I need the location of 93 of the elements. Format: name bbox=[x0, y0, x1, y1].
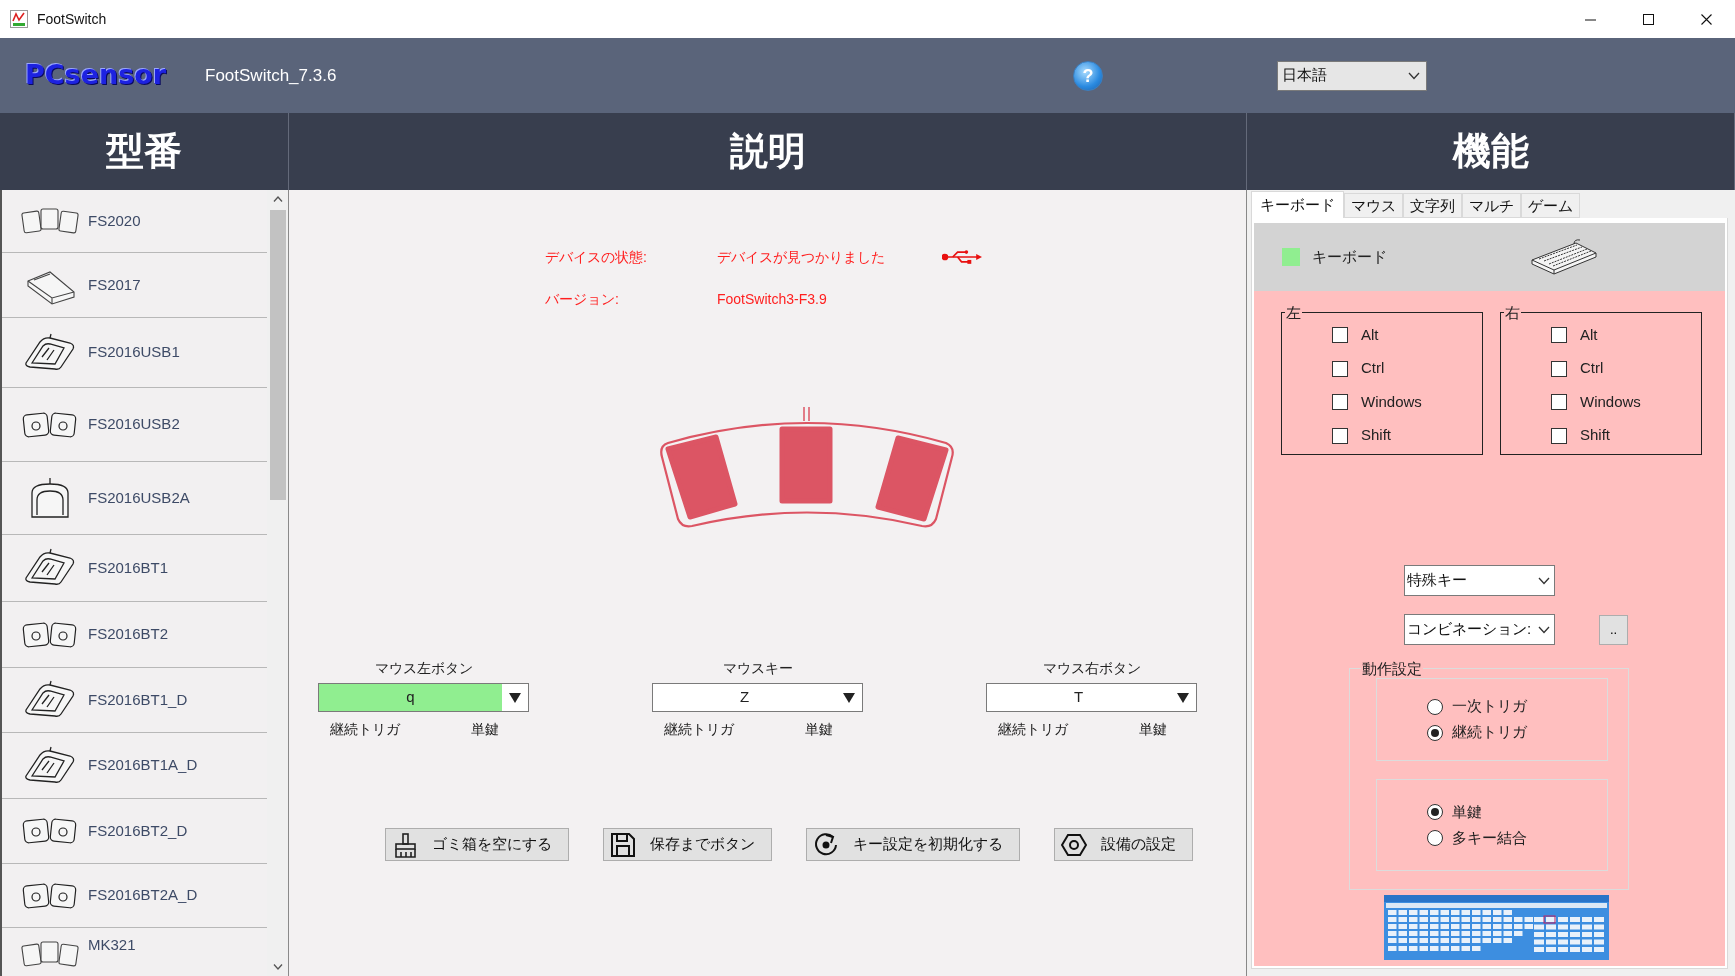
model-list-item[interactable]: FS2016USB1 bbox=[2, 318, 267, 388]
checkbox[interactable] bbox=[1332, 427, 1348, 444]
checkbox-label: Windows bbox=[1580, 391, 1641, 412]
language-select[interactable]: 日本語 bbox=[1277, 60, 1427, 91]
group-label: 右 bbox=[1504, 305, 1521, 320]
chevron-down-icon bbox=[1538, 576, 1550, 585]
model-list-item[interactable]: FS2016BT2_D bbox=[2, 799, 267, 864]
group-label: 動作設定 bbox=[1361, 661, 1423, 676]
status-swatch-icon bbox=[1282, 248, 1300, 266]
action-button[interactable]: 設備の設定 bbox=[1054, 828, 1193, 861]
column-title: 説明 bbox=[729, 129, 806, 174]
checkbox-label: Shift bbox=[1580, 425, 1610, 446]
usb-icon bbox=[942, 249, 983, 265]
model-list-item[interactable]: FS2017 bbox=[2, 253, 267, 318]
model-list-item[interactable]: FS2020 bbox=[2, 190, 267, 253]
chevron-down-icon bbox=[272, 964, 283, 970]
maximize-icon bbox=[1642, 13, 1654, 25]
function-tab[interactable]: 文字列 bbox=[1403, 193, 1462, 218]
dropdown-arrow-icon bbox=[843, 692, 855, 703]
model-list-item[interactable]: FS2016BT2 bbox=[2, 602, 267, 668]
key-select[interactable]: T bbox=[986, 683, 1197, 712]
dropdown-arrow-icon bbox=[509, 692, 521, 703]
version-label: バージョン: bbox=[545, 290, 620, 309]
radio-button[interactable] bbox=[1427, 804, 1443, 820]
pedal-label: マウス右ボタン bbox=[1041, 659, 1142, 678]
radio-label: 継続トリガ bbox=[1452, 722, 1527, 743]
function-tab[interactable]: マウス bbox=[1344, 193, 1403, 218]
app-version: FootSwitch_7.3.6 bbox=[205, 64, 338, 87]
model-list-item[interactable]: FS2016BT1_D bbox=[2, 668, 267, 733]
circular-arrow-icon bbox=[813, 831, 839, 858]
special-key-select[interactable]: 特殊キー bbox=[1404, 565, 1555, 596]
radio-button[interactable] bbox=[1427, 698, 1443, 715]
brush-icon bbox=[392, 831, 418, 858]
action-button[interactable]: 保存までボタン bbox=[603, 828, 772, 861]
chevron-down-icon bbox=[1538, 625, 1550, 634]
trigger-mode-text: 継続トリガ bbox=[664, 720, 734, 739]
model-list-item[interactable]: MK321 bbox=[2, 928, 267, 976]
radio-label: 多キー結合 bbox=[1452, 827, 1527, 848]
group-label: 左 bbox=[1285, 305, 1302, 320]
dropdown-arrow-icon bbox=[1177, 692, 1189, 703]
radio-button[interactable] bbox=[1427, 724, 1443, 741]
key-mode-text: 単鍵 bbox=[1139, 720, 1167, 739]
trigger-mode-text: 継続トリガ bbox=[330, 720, 400, 739]
checkbox[interactable] bbox=[1332, 394, 1348, 410]
radio-label: 一次トリガ bbox=[1452, 696, 1527, 717]
model-list-item[interactable]: FS2016BT2A_D bbox=[2, 864, 267, 928]
action-button[interactable]: キー設定を初期化する bbox=[806, 828, 1020, 861]
key-mode-text: 単鍵 bbox=[471, 720, 499, 739]
key-mode-text: 単鍵 bbox=[805, 720, 833, 739]
action-button[interactable]: ゴミ箱を空にする bbox=[385, 828, 569, 861]
checkbox-label: Shift bbox=[1361, 425, 1391, 446]
checkbox[interactable] bbox=[1332, 327, 1348, 343]
pedal-label: マウスキー bbox=[721, 659, 794, 678]
chevron-down-icon bbox=[1408, 71, 1420, 80]
key-select[interactable]: Z bbox=[652, 683, 863, 712]
scrollbar-thumb[interactable] bbox=[269, 210, 286, 500]
firmware-version: FootSwitch3-F3.9 bbox=[717, 290, 828, 309]
checkbox[interactable] bbox=[1551, 394, 1567, 410]
keyboard-icon bbox=[1530, 238, 1598, 276]
checkbox-label: Ctrl bbox=[1361, 358, 1385, 379]
hexagon-nut-icon bbox=[1061, 831, 1087, 858]
app-icon bbox=[10, 10, 28, 28]
trigger-mode-text: 継続トリガ bbox=[998, 720, 1068, 739]
column-title: 型番 bbox=[106, 129, 182, 174]
checkbox-label: Alt bbox=[1580, 324, 1598, 345]
checkbox[interactable] bbox=[1332, 360, 1348, 377]
model-list-item[interactable]: FS2016BT1A_D bbox=[2, 733, 267, 799]
checkbox[interactable] bbox=[1551, 427, 1567, 444]
function-tab[interactable]: マルチ bbox=[1462, 193, 1521, 218]
panel-title: キーボード bbox=[1312, 246, 1388, 267]
checkbox[interactable] bbox=[1551, 360, 1567, 377]
radio-button[interactable] bbox=[1427, 830, 1443, 846]
radio-label: 単鍵 bbox=[1452, 801, 1482, 822]
more-button[interactable]: .. bbox=[1599, 614, 1628, 645]
checkbox[interactable] bbox=[1551, 327, 1567, 343]
checkbox-label: Windows bbox=[1361, 391, 1422, 412]
key-select[interactable]: q bbox=[318, 683, 529, 712]
chevron-up-icon bbox=[272, 196, 283, 202]
model-list-item[interactable]: FS2016BT1 bbox=[2, 535, 267, 602]
checkbox-label: Alt bbox=[1361, 324, 1379, 345]
close-icon bbox=[1700, 13, 1712, 25]
model-list-item[interactable]: FS2016USB2 bbox=[2, 388, 267, 462]
function-tab[interactable]: キーボード bbox=[1251, 191, 1344, 218]
status-value: デバイスが見つかりました bbox=[717, 248, 886, 267]
combination-select[interactable]: コンビネーション: bbox=[1404, 614, 1555, 645]
status-label: デバイスの状態: bbox=[545, 248, 648, 267]
model-list-item[interactable]: FS2016USB2A bbox=[2, 462, 267, 535]
column-title: 機能 bbox=[1452, 129, 1529, 174]
window-title: FootSwitch bbox=[37, 9, 107, 29]
logo: PCsensor bbox=[25, 58, 168, 93]
checkbox-label: Ctrl bbox=[1580, 358, 1604, 379]
function-tab[interactable]: ゲーム bbox=[1521, 193, 1580, 218]
pedal-label: マウス左ボタン bbox=[373, 659, 474, 678]
